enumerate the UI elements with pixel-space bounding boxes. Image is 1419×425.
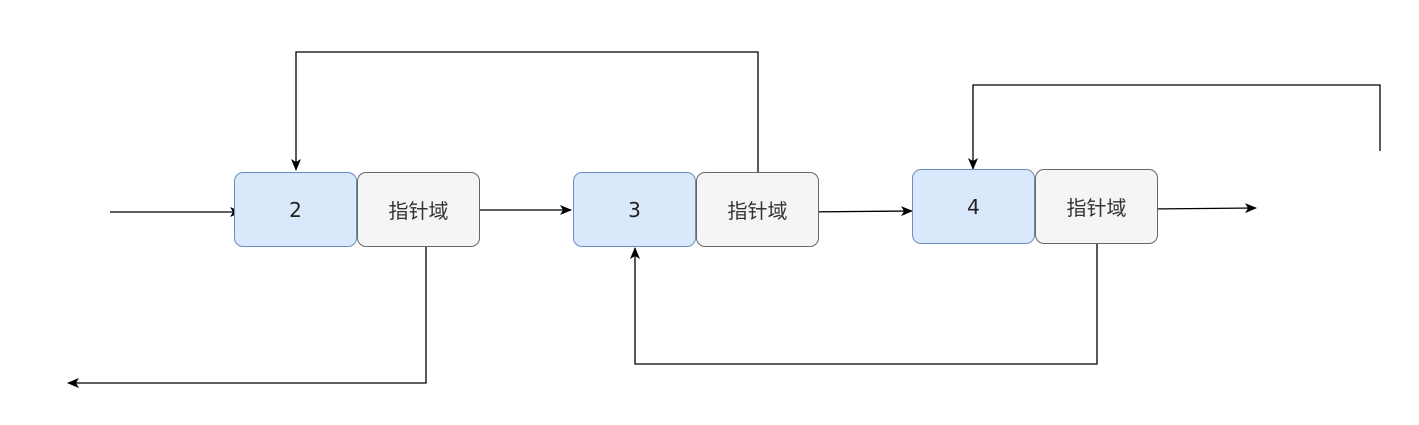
node-2-value: 2	[289, 197, 302, 222]
node-2-data-field: 2	[234, 172, 357, 247]
node-4-value: 4	[967, 194, 980, 219]
edge-node-3-pointer-loop-to-node-2	[291, 51, 759, 172]
edge-node-2-pointer-outgoing-left	[67, 246, 427, 388]
node-3-data-field: 3	[573, 172, 696, 247]
node-2-pointer-field: 指针域	[357, 172, 480, 247]
node-3-pointer-label: 指针域	[727, 199, 788, 223]
node-2-pointer-label: 指针域	[388, 199, 449, 223]
node-4-pointer-field: 指针域	[1035, 169, 1158, 244]
edge-node-4-pointer-outgoing	[1147, 203, 1257, 214]
node-3-pointer-field: 指针域	[696, 172, 819, 247]
node-4-pointer-label: 指针域	[1066, 196, 1127, 220]
node-4-data-field: 4	[912, 169, 1035, 244]
edge-incoming-loop-to-node-4	[968, 84, 1381, 170]
edge-node-4-pointer-loop-to-node-3	[630, 243, 1098, 365]
node-3-value: 3	[628, 197, 641, 222]
